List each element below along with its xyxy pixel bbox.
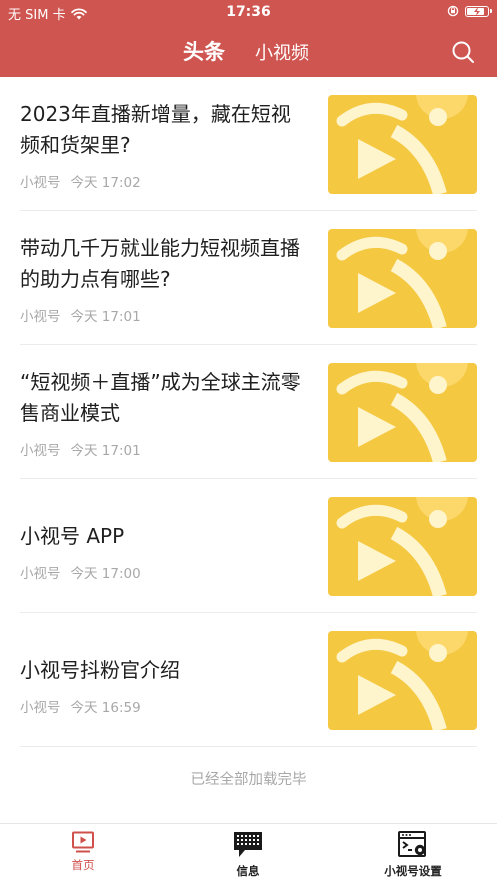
battery-icon <box>465 5 492 17</box>
article-thumbnail <box>328 95 477 194</box>
article-time: 今天 17:01 <box>70 309 141 325</box>
header-tabs: 头条 小视频 <box>183 36 309 66</box>
article-list: 2023年直播新增量，藏在短视频和货架里? 小视号 今天 17:02 带动几千万就… <box>0 77 497 747</box>
article-source: 小视号 <box>20 700 61 716</box>
video-placeholder-icon <box>328 363 477 462</box>
tabbar-label: 首页 <box>71 858 95 872</box>
article-title: 小视号 APP <box>20 524 125 548</box>
app-header: 无 SIM 卡 17:36 头条 小视频 <box>0 0 497 77</box>
article-source: 小视号 <box>20 309 61 325</box>
article-time: 今天 16:59 <box>70 700 141 716</box>
video-placeholder-icon <box>328 631 477 730</box>
article-meta: 小视号 今天 17:01 <box>20 439 141 459</box>
article-meta: 小视号 今天 16:59 <box>20 696 141 716</box>
search-button[interactable] <box>451 40 475 64</box>
load-complete-note: 已经全部加载完毕 <box>190 772 307 788</box>
article-time: 今天 17:01 <box>70 443 141 459</box>
video-placeholder-icon <box>328 497 477 596</box>
tabbar-label: 信息 <box>236 864 260 878</box>
article-source: 小视号 <box>20 175 61 191</box>
article-meta: 小视号 今天 17:01 <box>20 305 141 325</box>
video-placeholder-icon <box>328 95 477 194</box>
tab-headlines[interactable]: 头条 <box>183 36 225 66</box>
article-title: 带动几千万就业能力短视频直播的助力点有哪些? <box>20 236 300 291</box>
article-item[interactable]: 小视号 APP 小视号 今天 17:00 <box>20 479 477 613</box>
article-title: “短视频＋直播”成为全球主流零售商业模式 <box>20 370 301 425</box>
tabbar-item-settings[interactable]: 小视号设置 <box>353 830 473 879</box>
article-title: 小视号抖粉官介绍 <box>20 658 180 682</box>
article-source: 小视号 <box>20 443 61 459</box>
article-thumbnail <box>328 497 477 596</box>
tabbar-item-messages[interactable]: 信息 <box>188 830 308 879</box>
article-meta: 小视号 今天 17:00 <box>20 562 141 582</box>
tabbar-label: 小视号设置 <box>384 864 442 878</box>
article-title: 2023年直播新增量，藏在短视频和货架里? <box>20 102 291 157</box>
home-video-icon <box>72 831 94 853</box>
article-item[interactable]: 2023年直播新增量，藏在短视频和货架里? 小视号 今天 17:02 <box>20 77 477 211</box>
article-source: 小视号 <box>20 566 61 582</box>
bottom-tabbar: 首页 信息 小视号设置 <box>0 823 497 884</box>
article-thumbnail <box>328 631 477 730</box>
status-right <box>447 5 492 17</box>
article-time: 今天 17:02 <box>70 175 141 191</box>
article-item[interactable]: 小视号抖粉官介绍 小视号 今天 16:59 <box>20 613 477 747</box>
chat-bubble-icon <box>234 832 262 857</box>
article-thumbnail <box>328 229 477 328</box>
video-placeholder-icon <box>328 229 477 328</box>
search-icon <box>452 41 474 63</box>
status-bar: 无 SIM 卡 17:36 <box>0 0 497 24</box>
article-time: 今天 17:00 <box>70 566 141 582</box>
tabbar-item-home[interactable]: 首页 <box>23 830 143 873</box>
orientation-lock-icon <box>447 5 459 17</box>
tab-short-video[interactable]: 小视频 <box>255 39 309 66</box>
settings-window-icon <box>398 831 426 857</box>
status-time: 17:36 <box>226 4 271 20</box>
article-thumbnail <box>328 363 477 462</box>
article-item[interactable]: 带动几千万就业能力短视频直播的助力点有哪些? 小视号 今天 17:01 <box>20 211 477 345</box>
article-meta: 小视号 今天 17:02 <box>20 171 141 191</box>
article-item[interactable]: “短视频＋直播”成为全球主流零售商业模式 小视号 今天 17:01 <box>20 345 477 479</box>
